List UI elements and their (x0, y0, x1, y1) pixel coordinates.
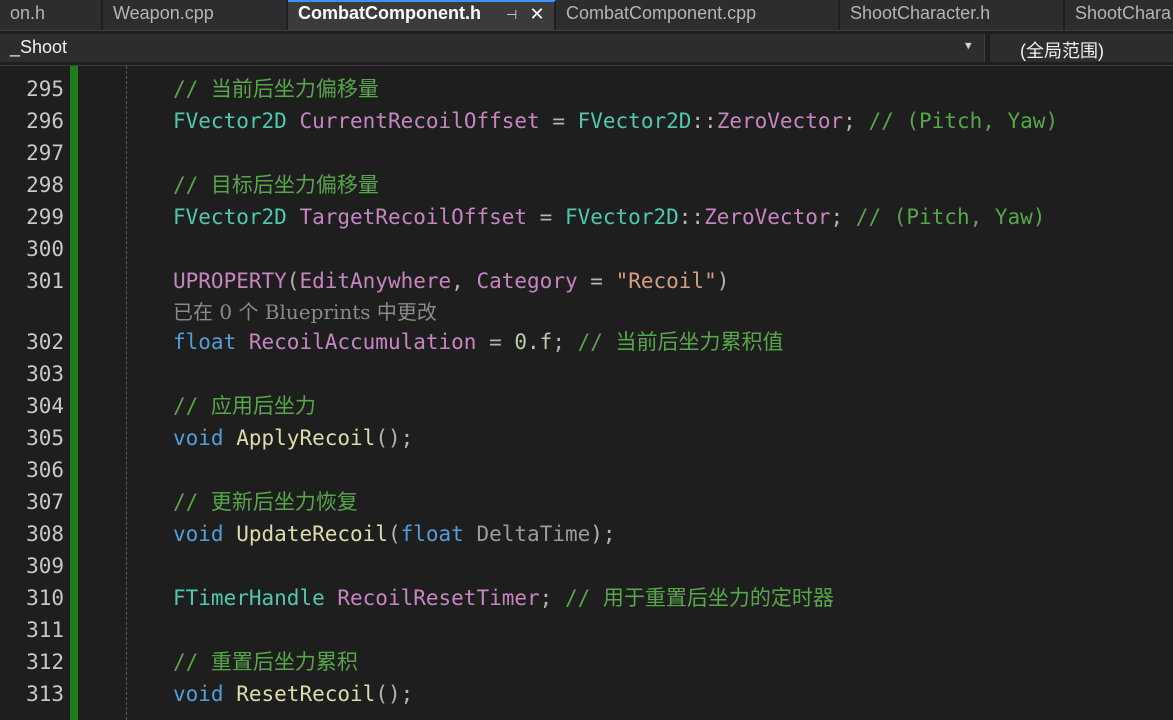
line-number: 308 (26, 522, 64, 546)
code-line[interactable]: 304 // 应用后坐力 (0, 389, 1173, 421)
code-text: // 重置后坐力累积 (173, 650, 358, 674)
code-line[interactable]: 310 FTimerHandle RecoilResetTimer; // 用于… (0, 581, 1173, 613)
code-editor[interactable]: 295 // 当前后坐力偏移量 296 FVector2D CurrentRec… (0, 66, 1173, 720)
line-number: 297 (26, 141, 64, 165)
code-text: FVector2D TargetRecoilOffset = FVector2D… (173, 205, 1046, 229)
code-line[interactable]: 306 (0, 453, 1173, 485)
code-line[interactable]: 300 (0, 232, 1173, 264)
codelens-hint-line: 已在 0 个 Blueprints 中更改 (0, 296, 1173, 324)
code-line[interactable]: 297 (0, 136, 1173, 168)
code-text: void UpdateRecoil(float DeltaTime); (173, 522, 616, 546)
code-text: void ApplyRecoil(); (173, 426, 414, 450)
code-line[interactable]: 308 void UpdateRecoil(float DeltaTime); (0, 517, 1173, 549)
tab-shootcharacter-h[interactable]: ShootCharacter.h (840, 0, 1065, 30)
line-number: 299 (26, 205, 64, 229)
line-number: 298 (26, 173, 64, 197)
code-line[interactable]: 313 void ResetRecoil(); (0, 677, 1173, 709)
code-text: void ResetRecoil(); (173, 682, 414, 706)
code-line[interactable]: 298 // 目标后坐力偏移量 (0, 168, 1173, 200)
line-number: 306 (26, 458, 64, 482)
line-number: 313 (26, 682, 64, 706)
tab-label: ShootChara (1075, 3, 1172, 23)
close-icon[interactable]: ✕ (528, 4, 546, 24)
document-tab-bar: on.h Weapon.cpp CombatComponent.h ⊣ ✕ Co… (0, 0, 1173, 31)
code-line[interactable]: 295 // 当前后坐力偏移量 (0, 72, 1173, 104)
pin-icon[interactable]: ⊣ (506, 6, 522, 24)
tab-label: CombatComponent.cpp (566, 3, 757, 23)
code-line[interactable]: 311 (0, 613, 1173, 645)
tab-label: on.h (10, 3, 46, 23)
code-line[interactable]: 312 // 重置后坐力累积 (0, 645, 1173, 677)
code-text: // 目标后坐力偏移量 (173, 173, 379, 197)
code-text: FVector2D CurrentRecoilOffset = FVector2… (173, 109, 1059, 133)
member-scope-label: (全局范围) (1020, 41, 1104, 61)
code-line[interactable]: 307 // 更新后坐力恢复 (0, 485, 1173, 517)
tab-on-h[interactable]: on.h (0, 0, 103, 30)
code-line[interactable]: 296 FVector2D CurrentRecoilOffset = FVec… (0, 104, 1173, 136)
code-text: UPROPERTY(EditAnywhere, Category = "Reco… (173, 269, 730, 293)
code-text: // 应用后坐力 (173, 394, 316, 418)
line-number: 303 (26, 362, 64, 386)
code-line[interactable]: 303 (0, 357, 1173, 389)
line-number: 307 (26, 490, 64, 514)
code-text: // 当前后坐力偏移量 (173, 77, 379, 101)
tab-combatcomponent-cpp[interactable]: CombatComponent.cpp (556, 0, 840, 30)
code-text: float RecoilAccumulation = 0.f; // 当前后坐力… (173, 330, 784, 354)
line-number: 305 (26, 426, 64, 450)
line-number: 300 (26, 237, 64, 261)
tab-shootchara[interactable]: ShootChara (1065, 0, 1173, 30)
tab-label: Weapon.cpp (113, 3, 214, 23)
editor-window: { "tabs": [ {"label": "on.h"}, {"label":… (0, 0, 1173, 720)
tab-label: ShootCharacter.h (850, 3, 991, 23)
project-scope-dropdown[interactable]: _Shoot ▼ (0, 34, 985, 62)
code-line[interactable]: 309 (0, 549, 1173, 581)
code-line[interactable]: 299 FVector2D TargetRecoilOffset = FVect… (0, 200, 1173, 232)
line-number: 312 (26, 650, 64, 674)
code-text: FTimerHandle RecoilResetTimer; // 用于重置后坐… (173, 586, 834, 610)
line-number: 296 (26, 109, 64, 133)
tab-weapon-cpp[interactable]: Weapon.cpp (103, 0, 288, 30)
navigation-bar: _Shoot ▼ (全局范围) (0, 31, 1173, 66)
line-number: 311 (26, 618, 64, 642)
chevron-down-icon[interactable]: ▼ (965, 39, 972, 52)
line-number: 310 (26, 586, 64, 610)
tab-combatcomponent-h[interactable]: CombatComponent.h ⊣ ✕ (288, 0, 556, 30)
member-scope-dropdown[interactable]: (全局范围) (990, 34, 1173, 62)
line-number: 304 (26, 394, 64, 418)
line-number: 301 (26, 269, 64, 293)
line-number: 295 (26, 77, 64, 101)
code-text: // 更新后坐力恢复 (173, 490, 358, 514)
code-line[interactable]: 305 void ApplyRecoil(); (0, 421, 1173, 453)
tab-label: CombatComponent.h (298, 3, 481, 23)
line-number: 302 (26, 330, 64, 354)
project-scope-label: _Shoot (10, 37, 68, 57)
code-line[interactable]: 302 float RecoilAccumulation = 0.f; // 当… (0, 325, 1173, 357)
blueprints-hint[interactable]: 已在 0 个 Blueprints 中更改 (173, 296, 437, 325)
line-number: 309 (26, 554, 64, 578)
code-line[interactable]: 301 UPROPERTY(EditAnywhere, Category = "… (0, 264, 1173, 296)
